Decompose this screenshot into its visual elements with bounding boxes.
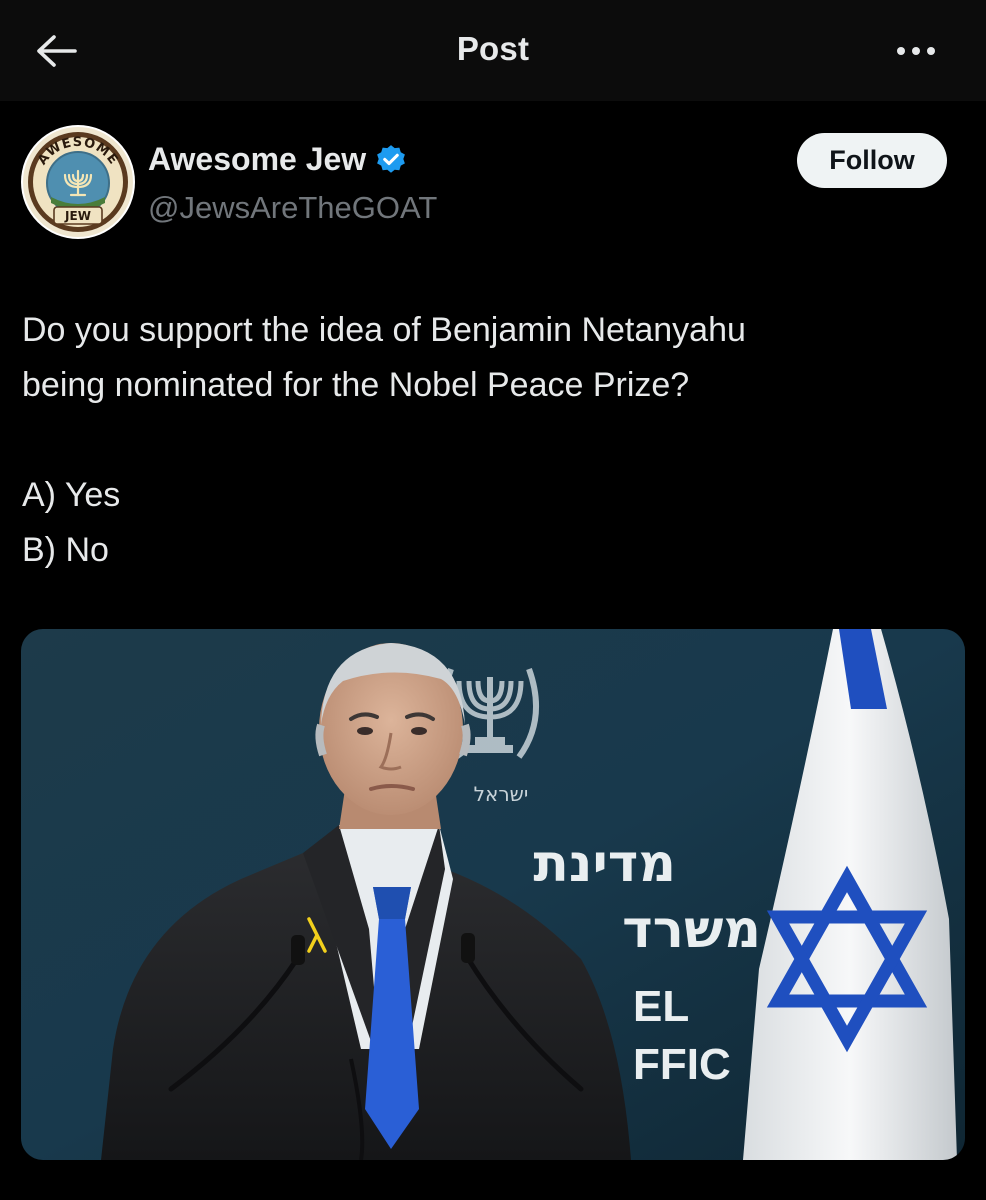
more-dot-icon bbox=[927, 47, 935, 55]
poll-option-a: A) Yes bbox=[22, 476, 121, 514]
author-handle[interactable]: @JewsAreTheGOAT bbox=[148, 190, 437, 226]
more-dot-icon bbox=[897, 47, 905, 55]
top-bar: Post bbox=[0, 0, 986, 101]
verified-badge-icon bbox=[377, 144, 406, 173]
backdrop-text: FFIC bbox=[633, 1040, 731, 1089]
post-text: Do you support the idea of Benjamin Neta… bbox=[22, 303, 962, 578]
poll-option-b: B) No bbox=[22, 531, 109, 569]
post-text-line: Do you support the idea of Benjamin Neta… bbox=[22, 311, 746, 349]
author-name[interactable]: Awesome Jew bbox=[148, 141, 366, 178]
backdrop-hebrew-text: מדינת bbox=[533, 834, 676, 894]
avatar[interactable]: AWESOME JEW bbox=[21, 125, 135, 239]
more-dot-icon bbox=[912, 47, 920, 55]
page-title: Post bbox=[456, 30, 530, 67]
backdrop-hebrew-text: משרד bbox=[622, 900, 761, 960]
svg-text:JEW: JEW bbox=[64, 209, 91, 223]
follow-button[interactable]: Follow bbox=[797, 133, 947, 188]
backdrop-text: EL bbox=[633, 982, 689, 1031]
post-photo: ישראל מדינת משרד EL FFIC bbox=[21, 629, 965, 1160]
awesome-jew-logo: AWESOME JEW bbox=[23, 127, 133, 237]
more-options-button[interactable] bbox=[888, 36, 944, 66]
author-name-row[interactable]: Awesome Jew bbox=[148, 141, 408, 178]
post-text-line: being nominated for the Nobel Peace Priz… bbox=[22, 366, 690, 404]
post-image[interactable]: ישראל מדינת משרד EL FFIC bbox=[21, 629, 965, 1160]
seal-caption: ישראל bbox=[474, 782, 529, 806]
